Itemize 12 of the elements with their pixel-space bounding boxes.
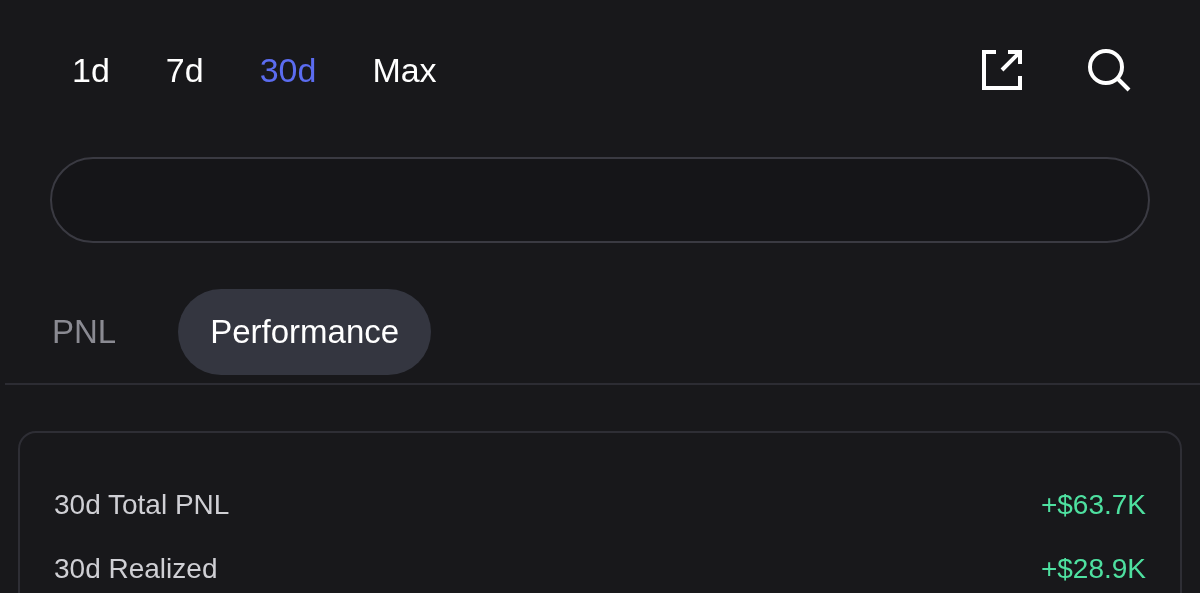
stat-value: +$28.9K bbox=[1040, 553, 1146, 585]
view-tab[interactable]: PNL bbox=[20, 289, 149, 375]
share-icon[interactable] bbox=[980, 48, 1024, 92]
search-icon[interactable] bbox=[1086, 47, 1132, 93]
stat-value: +$63.7K bbox=[1040, 489, 1146, 521]
stat-label: 30d Total PNL bbox=[54, 489, 230, 521]
period-tab[interactable]: 7d bbox=[155, 50, 214, 90]
period-tab[interactable]: Max bbox=[362, 50, 447, 90]
period-tab[interactable]: 30d bbox=[249, 50, 327, 90]
stat-label: 30d Realized bbox=[54, 553, 218, 585]
view-tab[interactable]: Performance bbox=[178, 289, 432, 375]
period-tab[interactable]: 1d bbox=[62, 50, 120, 90]
